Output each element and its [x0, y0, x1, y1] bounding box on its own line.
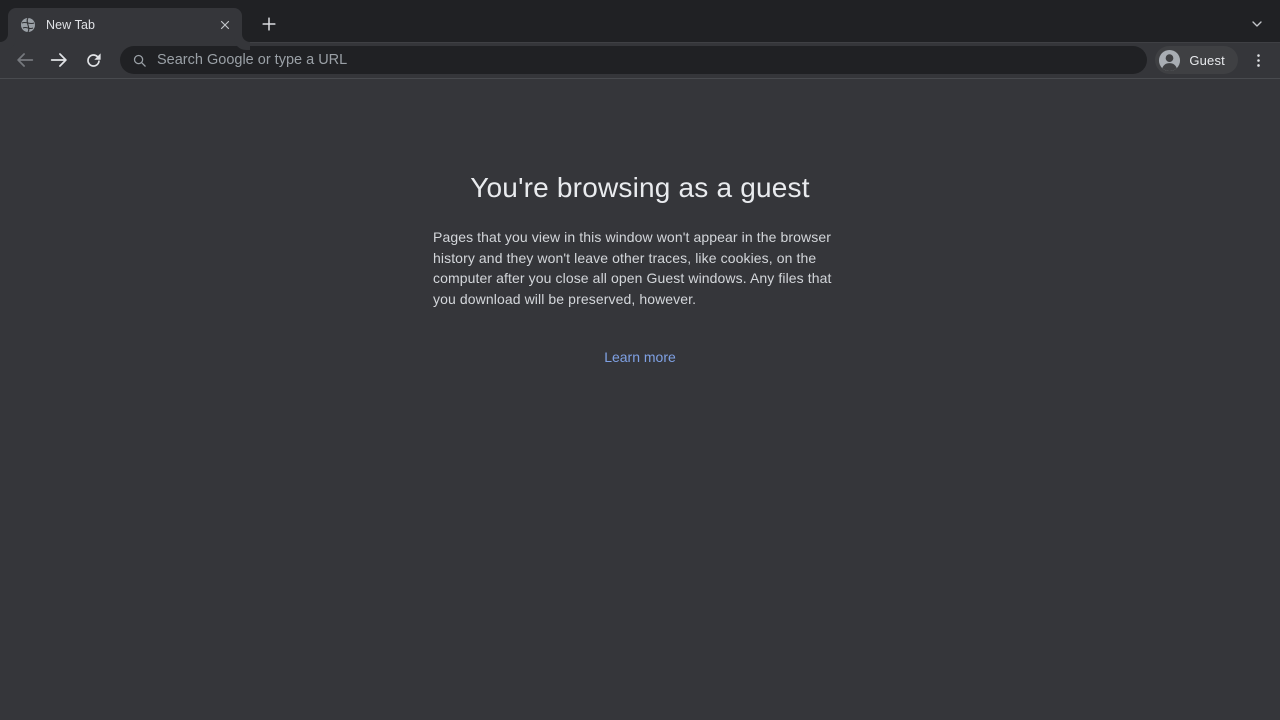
close-icon: [218, 18, 232, 32]
reload-button[interactable]: [78, 45, 108, 75]
search-icon: [132, 53, 147, 68]
forward-button[interactable]: [44, 45, 74, 75]
tab-search-button[interactable]: [1244, 11, 1270, 37]
profile-button[interactable]: Guest: [1155, 46, 1238, 74]
kebab-menu-icon: [1250, 52, 1267, 69]
omnibox[interactable]: [120, 46, 1147, 74]
browser-menu-button[interactable]: [1244, 46, 1272, 74]
omnibox-input[interactable]: [157, 52, 1143, 68]
guest-description: Pages that you view in this window won't…: [433, 227, 847, 309]
tab-strip: New Tab: [0, 0, 1280, 42]
globe-favicon-icon: [20, 17, 36, 33]
arrow-right-icon: [48, 49, 70, 71]
tab-close-button[interactable]: [216, 16, 234, 34]
back-button[interactable]: [10, 45, 40, 75]
chevron-down-icon: [1249, 16, 1265, 32]
tab-new-tab[interactable]: New Tab: [8, 8, 242, 43]
toolbar: Guest: [0, 42, 1280, 79]
profile-label: Guest: [1189, 53, 1225, 68]
avatar-icon: [1158, 49, 1181, 72]
tab-title: New Tab: [46, 18, 216, 32]
learn-more-link[interactable]: Learn more: [604, 349, 676, 365]
page-title: You're browsing as a guest: [470, 172, 810, 204]
browser-window: New Tab: [0, 0, 1280, 720]
new-tab-button[interactable]: [256, 11, 282, 37]
reload-icon: [84, 51, 103, 70]
guest-new-tab-page: You're browsing as a guest Pages that yo…: [0, 79, 1280, 720]
plus-icon: [259, 14, 279, 34]
arrow-left-icon: [14, 49, 36, 71]
